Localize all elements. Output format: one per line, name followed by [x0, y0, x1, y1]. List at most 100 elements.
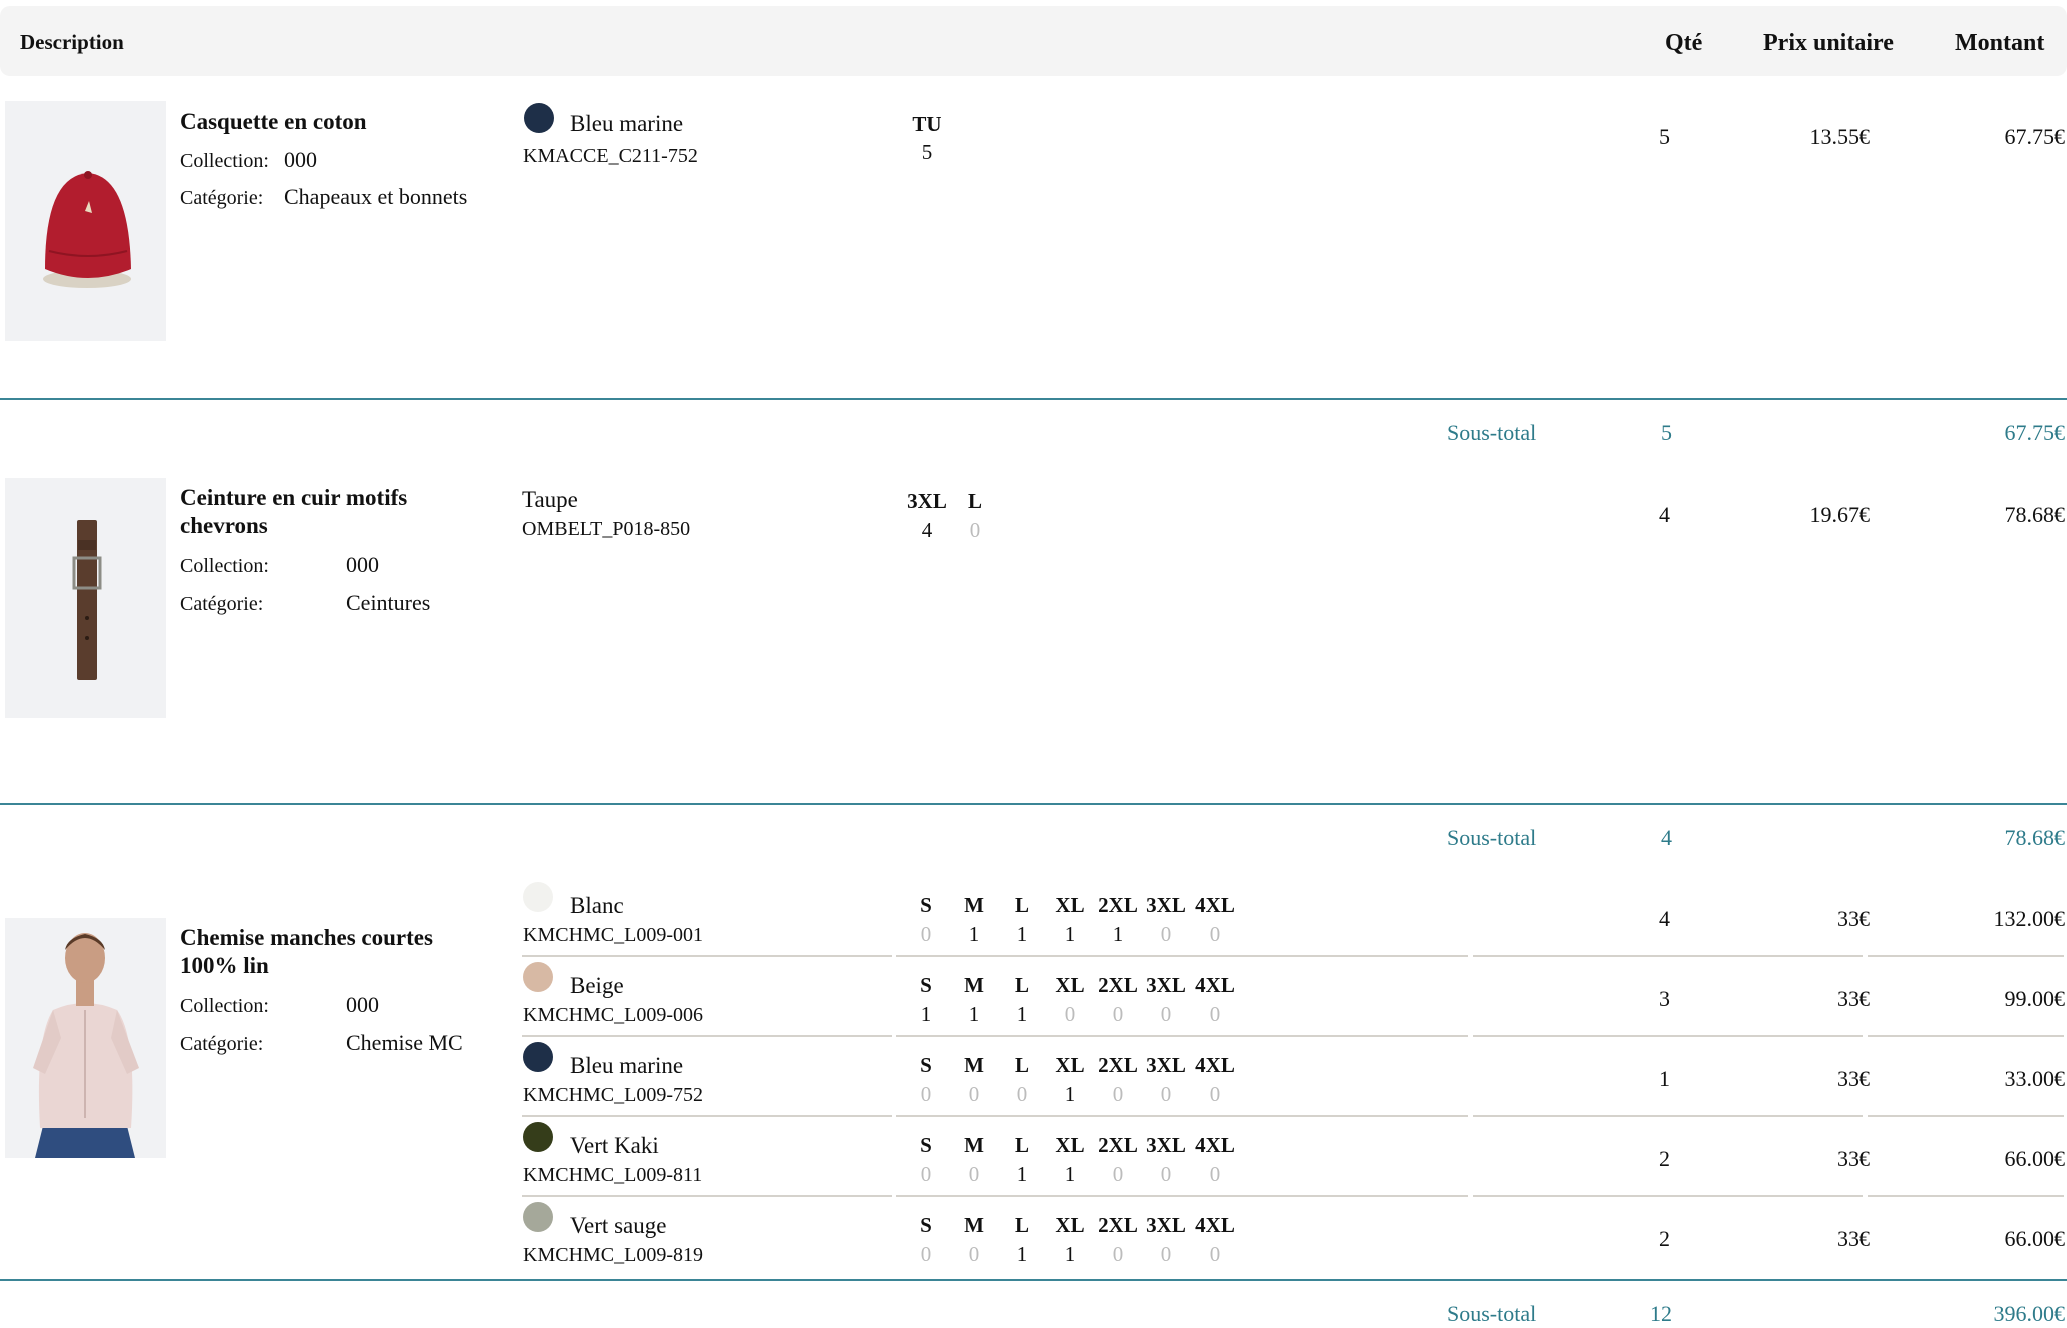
- size-label: M: [964, 1133, 984, 1157]
- row-divider: [522, 1035, 892, 1037]
- size-label: M: [964, 1053, 984, 1077]
- size-quantity: 0: [1112, 1242, 1124, 1266]
- product-image-casquette: [5, 101, 166, 341]
- size-quantity: 1: [968, 922, 980, 946]
- size-label: S: [920, 893, 932, 917]
- size-quantity: 0: [968, 1082, 980, 1106]
- product-ref: KMCHMC_L009-811: [523, 1164, 703, 1186]
- color-name: Vert Kaki: [570, 1133, 659, 1158]
- size-quantity: 0: [920, 1162, 932, 1186]
- subtotal-label: Sous-total: [1447, 825, 1537, 850]
- collection-label: Collection:: [180, 995, 269, 1017]
- section-divider: [0, 803, 2067, 805]
- line-montant: 99.00€: [2004, 986, 2066, 1011]
- size-quantity: 1: [1064, 1082, 1076, 1106]
- size-quantity: 0: [968, 1242, 980, 1266]
- categorie-label: Catégorie:: [180, 187, 264, 209]
- size-quantity: 1: [1112, 922, 1124, 946]
- row-divider: [896, 1195, 1468, 1197]
- color-swatch: [524, 103, 554, 133]
- size-label: 4XL: [1195, 973, 1235, 997]
- row-divider: [1473, 1195, 1863, 1197]
- size-quantity: 0: [920, 1242, 932, 1266]
- size-label: M: [964, 893, 984, 917]
- size-quantity: 1: [1064, 1162, 1076, 1186]
- size-quantity: 0: [1209, 922, 1221, 946]
- size-label: M: [964, 973, 984, 997]
- subtotal-label: Sous-total: [1447, 1301, 1537, 1326]
- line-montant: 33.00€: [2004, 1066, 2066, 1091]
- collection-label: Collection:: [180, 555, 269, 577]
- subtotal-montant: 67.75€: [2004, 420, 2066, 445]
- product-name: Casquette en coton: [180, 109, 367, 134]
- row-divider: [896, 955, 1468, 957]
- size-label: XL: [1055, 1213, 1085, 1237]
- size-label: XL: [1055, 973, 1085, 997]
- row-divider: [1868, 1035, 2064, 1037]
- size-label: L: [1014, 1053, 1029, 1077]
- size-quantity: 1: [920, 1002, 932, 1026]
- size-quantity: 0: [1160, 1082, 1172, 1106]
- product-image-chemise: [5, 918, 166, 1158]
- size-label: 3XL: [1146, 1133, 1186, 1157]
- size-quantity: 0: [968, 1162, 980, 1186]
- size-label: L: [1014, 1133, 1029, 1157]
- categorie-value: Ceintures: [346, 590, 431, 615]
- row-divider: [522, 1195, 892, 1197]
- subtotal-montant: 396.00€: [1993, 1301, 2066, 1326]
- size-label: 3XL: [1146, 973, 1186, 997]
- size-quantity: 0: [1160, 1162, 1172, 1186]
- size-quantity: 0: [1112, 1082, 1124, 1106]
- size-label: 3XL: [1146, 1213, 1186, 1237]
- size-quantity: 1: [968, 1002, 980, 1026]
- size-label: 3XL: [907, 489, 947, 513]
- section-divider: [0, 398, 2067, 400]
- section-divider: [0, 1279, 2067, 1281]
- collection-value: 000: [346, 992, 379, 1017]
- size-quantity: 0: [1160, 1242, 1172, 1266]
- size-label: 4XL: [1195, 1053, 1235, 1077]
- color-name: Beige: [570, 973, 624, 998]
- size-label: 2XL: [1098, 973, 1138, 997]
- color-name: Blanc: [570, 893, 624, 918]
- row-divider: [1868, 955, 2064, 957]
- color-name: Vert sauge: [570, 1213, 667, 1238]
- row-divider: [896, 1035, 1468, 1037]
- header-description: Description: [20, 30, 124, 54]
- size-label: L: [1014, 973, 1029, 997]
- size-quantity: 0: [1112, 1162, 1124, 1186]
- size-quantity: 0: [1064, 1002, 1076, 1026]
- color-swatch: [523, 1042, 553, 1072]
- subtotal-qte: 5: [1661, 420, 1672, 445]
- product-ref: KMCHMC_L009-006: [523, 1004, 704, 1026]
- line-qte: 4: [1659, 906, 1670, 931]
- size-label: S: [920, 973, 932, 997]
- product-ref: KMCHMC_L009-819: [523, 1244, 704, 1266]
- size-label: 4XL: [1195, 893, 1235, 917]
- size-label: L: [1014, 1213, 1029, 1237]
- color-name: Bleu marine: [570, 1053, 684, 1078]
- row-divider: [1473, 955, 1863, 957]
- line-qte: 2: [1659, 1146, 1670, 1171]
- size-label: 3XL: [1146, 1053, 1186, 1077]
- row-divider: [522, 1115, 892, 1117]
- subtotal-montant: 78.68€: [2004, 825, 2066, 850]
- row-divider: [1473, 1115, 1863, 1117]
- line-prix: 33€: [1837, 1066, 1870, 1091]
- color-swatch: [523, 1202, 553, 1232]
- line-qte: 1: [1659, 1066, 1670, 1091]
- row-divider: [1868, 1195, 2064, 1197]
- color-swatch: [523, 882, 553, 912]
- table-header: Description Qté Prix unitaire Montant: [0, 6, 2067, 76]
- categorie-value: Chemise MC: [346, 1030, 463, 1055]
- size-quantity: 0: [969, 518, 981, 542]
- product-ref: OMBELT_P018-850: [522, 518, 691, 540]
- size-label: S: [920, 1053, 932, 1077]
- invoice-page: Description Qté Prix unitaire Montant Ca…: [0, 0, 2067, 1328]
- size-label: XL: [1055, 1133, 1085, 1157]
- color-swatch: [523, 1122, 553, 1152]
- subtotal-label: Sous-total: [1447, 420, 1537, 445]
- line-montant: 67.75€: [2004, 124, 2066, 149]
- size-label: 2XL: [1098, 1213, 1138, 1237]
- size-quantity: 0: [1112, 1002, 1124, 1026]
